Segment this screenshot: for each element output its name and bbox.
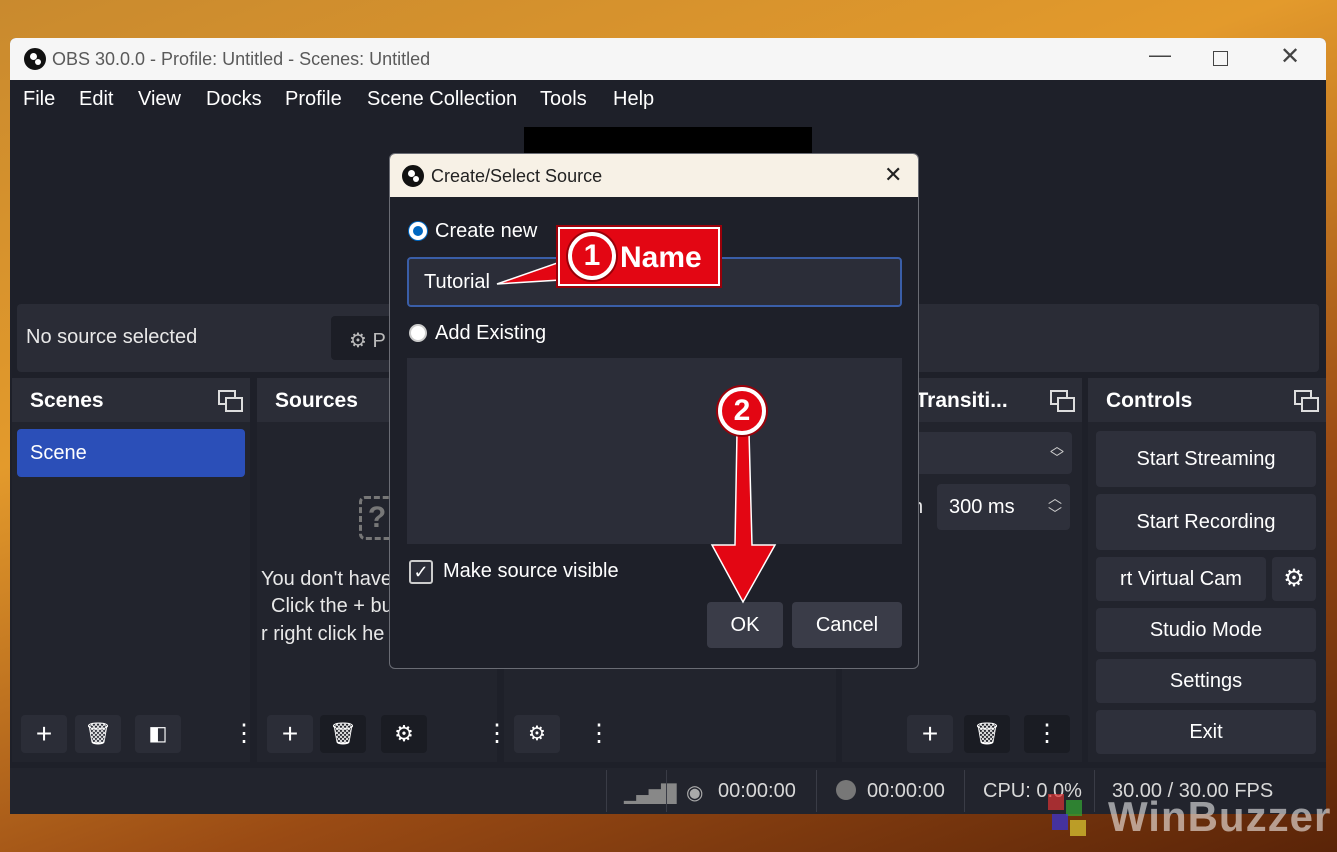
- down-arrow: [710, 431, 777, 604]
- watermark: WinBuzzer: [1108, 793, 1332, 840]
- winbuzzer-logo-icon: [1040, 790, 1100, 844]
- step-2-number: 2: [718, 387, 766, 435]
- step-1-label: Name: [620, 241, 702, 274]
- annotation-arrows: [496, 260, 777, 604]
- step-1-callout: 1 Name: [556, 225, 722, 288]
- callout-pointer: [496, 260, 561, 285]
- step-1-number: 1: [568, 232, 616, 280]
